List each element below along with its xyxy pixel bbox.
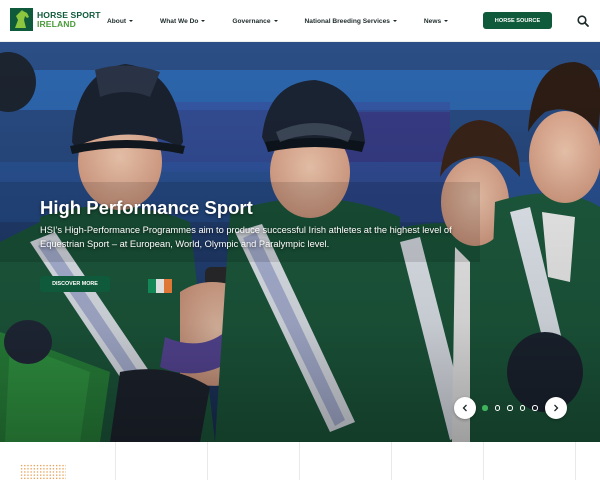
column-divider [207,442,208,480]
nav-label: What We Do [160,17,199,25]
column-divider [575,442,576,480]
carousel-dot[interactable] [532,405,538,411]
column-divider [299,442,300,480]
chevron-left-icon [462,404,467,412]
carousel-dot[interactable] [494,405,500,411]
nav-label: News [423,17,442,25]
caret-down-icon [201,20,206,22]
hero-title: High Performance Sport [40,197,253,218]
nav-label: National Breeding Services [304,17,390,25]
content-section [0,442,600,480]
nav-item-about[interactable]: About [107,17,134,25]
carousel-next-button[interactable] [545,397,567,419]
carousel-prev-button[interactable] [454,397,476,419]
chevron-right-icon [554,404,559,412]
caret-down-icon [392,20,397,22]
search-icon[interactable] [576,14,590,28]
site-header: HORSE SPORT IRELAND About What We Do Gov… [0,0,600,42]
caret-down-icon [273,20,278,22]
column-divider [391,442,392,480]
nav-label: About [107,17,127,25]
carousel-dot[interactable] [519,405,525,411]
logo-wordmark: HORSE SPORT IRELAND [37,10,101,29]
discover-more-button[interactable]: DISCOVER MORE [40,276,110,292]
site-logo[interactable]: HORSE SPORT IRELAND [10,8,101,31]
carousel-dots [482,405,545,411]
decorative-dot-pattern [20,464,66,480]
nav-item-what-we-do[interactable]: What We Do [160,17,206,25]
carousel-dot[interactable] [482,405,488,411]
nav-item-national-breeding-services[interactable]: National Breeding Services [305,18,397,25]
caret-down-icon [444,20,449,22]
nav-item-governance[interactable]: Governance [232,17,278,25]
main-nav: About What We Do Governance National Bre… [107,0,449,42]
nav-label: Governance [232,17,271,25]
column-divider [115,442,116,480]
hero-carousel: High Performance Sport HSI’s High-Perfor… [0,42,600,442]
carousel-dot[interactable] [507,405,513,411]
nav-item-news[interactable]: News [423,17,449,25]
column-divider [483,442,484,480]
horse-source-button[interactable]: HORSE SOURCE [483,12,552,29]
horse-head-logo-icon [10,8,33,31]
hero-description: HSI’s High-Performance Programmes aim to… [40,225,452,249]
caret-down-icon [129,20,134,22]
logo-line-2: IRELAND [37,18,76,29]
